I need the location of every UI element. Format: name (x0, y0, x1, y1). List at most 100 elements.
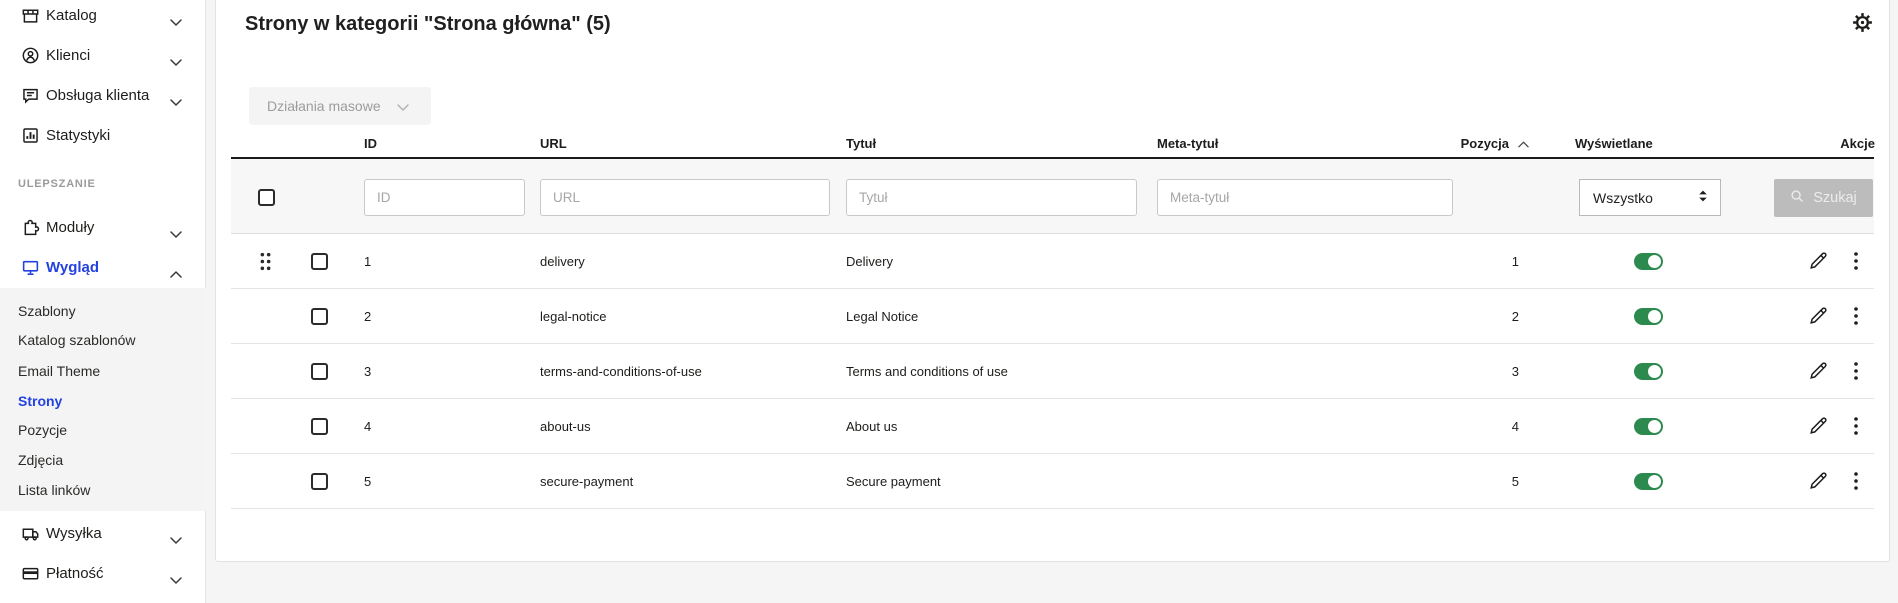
table-row: 2 legal-notice Legal Notice 2 (231, 289, 1874, 344)
displayed-toggle[interactable] (1634, 418, 1663, 435)
customer-icon (21, 46, 40, 65)
edit-button[interactable] (1806, 361, 1830, 383)
cell-url: secure-payment (540, 474, 634, 489)
cell-title: Terms and conditions of use (846, 364, 1008, 379)
cell-position: 4 (1511, 419, 1519, 434)
sidebar-item-label: Katalog (46, 7, 97, 24)
search-button[interactable]: Szukaj (1774, 179, 1873, 217)
row-menu-button[interactable] (1844, 306, 1868, 328)
row-menu-button[interactable] (1844, 416, 1868, 438)
sidebar-item-moduly[interactable]: Moduły (0, 212, 206, 244)
chevron-down-icon (170, 531, 182, 544)
edit-button[interactable] (1806, 416, 1830, 438)
pencil-icon (1808, 417, 1828, 439)
row-checkbox[interactable] (311, 308, 328, 325)
sidebar-item-pozycje[interactable]: Pozycje (0, 416, 206, 446)
table-row: 3 terms-and-conditions-of-use Terms and … (231, 344, 1874, 399)
row-menu-button[interactable] (1844, 471, 1868, 493)
cell-title: About us (846, 419, 898, 434)
filter-title-input[interactable] (846, 179, 1137, 216)
cell-id: 1 (364, 254, 372, 269)
table-row: 4 about-us About us 4 (231, 399, 1874, 454)
row-checkbox[interactable] (311, 473, 328, 490)
displayed-toggle[interactable] (1634, 363, 1663, 380)
cell-id: 3 (364, 364, 372, 379)
settings-gear-button[interactable] (1849, 11, 1875, 37)
gear-icon (1851, 13, 1874, 37)
chevron-down-icon (170, 571, 182, 584)
sidebar-item-lista-linkow[interactable]: Lista linków (0, 476, 206, 506)
cell-id: 5 (364, 474, 372, 489)
displayed-toggle[interactable] (1634, 473, 1663, 490)
edit-button[interactable] (1806, 471, 1830, 493)
row-checkbox[interactable] (311, 253, 328, 270)
kebab-menu-icon (1853, 472, 1859, 494)
sidebar-item-statystyki[interactable]: Statystyki (0, 120, 206, 152)
sidebar-section-label: ULEPSZANIE (18, 178, 96, 190)
column-header-position[interactable]: Pozycja (1329, 136, 1529, 151)
sidebar-item-szablony[interactable]: Szablony (0, 297, 206, 327)
column-header-actions: Akcje (1840, 136, 1875, 151)
row-checkbox[interactable] (311, 363, 328, 380)
drag-handle-icon[interactable] (258, 251, 274, 272)
truck-icon (21, 524, 40, 543)
filter-url-input[interactable] (540, 179, 830, 216)
chevron-up-icon (170, 265, 182, 278)
sidebar-item-label: Moduły (46, 219, 95, 236)
sidebar-item-platnosc[interactable]: Płatność (0, 558, 206, 590)
search-icon (1790, 189, 1805, 208)
sidebar-item-label: Klienci (46, 47, 91, 64)
cell-url: about-us (540, 419, 591, 434)
sidebar-item-katalog[interactable]: Katalog (0, 0, 206, 32)
row-menu-button[interactable] (1844, 361, 1868, 383)
sidebar-item-wyglad[interactable]: Wygląd (0, 252, 206, 284)
chevron-down-icon (170, 53, 182, 66)
filter-id-input[interactable] (364, 179, 525, 216)
row-checkbox[interactable] (311, 418, 328, 435)
displayed-toggle[interactable] (1634, 308, 1663, 325)
row-menu-button[interactable] (1844, 251, 1868, 273)
cell-title: Delivery (846, 254, 893, 269)
chat-bubble-icon (21, 86, 40, 105)
select-all-checkbox[interactable] (258, 189, 275, 206)
sidebar-item-katalog-szablonow[interactable]: Katalog szablonów (0, 326, 206, 356)
pencil-icon (1808, 252, 1828, 274)
wyglad-submenu: Szablony Katalog szablonów Email Theme S… (0, 288, 206, 511)
bulk-actions-button[interactable]: Działania masowe (249, 87, 431, 125)
column-header-meta-title: Meta-tytuł (1157, 136, 1219, 151)
cell-id: 2 (364, 309, 372, 324)
edit-button[interactable] (1806, 306, 1830, 328)
chevron-down-icon (170, 13, 182, 26)
filter-displayed-select[interactable]: Wszystko (1579, 179, 1721, 216)
monitor-icon (21, 258, 40, 277)
cell-position: 3 (1511, 364, 1519, 379)
page-title: Strony w kategorii "Strona główna" (5) (245, 13, 611, 35)
column-header-id: ID (364, 136, 377, 151)
sidebar-item-label: Wygląd (46, 259, 100, 276)
bulk-actions-label: Działania masowe (267, 98, 381, 114)
edit-button[interactable] (1806, 251, 1830, 273)
sort-asc-icon (1518, 136, 1529, 148)
cell-position: 1 (1511, 254, 1519, 269)
sidebar-item-klienci[interactable]: Klienci (0, 40, 206, 72)
puzzle-icon (21, 218, 40, 237)
chevron-down-icon (170, 93, 182, 106)
cell-url: delivery (540, 254, 585, 269)
chevron-down-icon (397, 98, 409, 114)
pages-table: ID URL Tytuł Meta-tytuł Pozycja Wyświetl… (231, 131, 1875, 509)
sidebar-item-zdjecia[interactable]: Zdjęcia (0, 446, 206, 476)
sidebar-item-strony[interactable]: Strony (0, 387, 206, 417)
column-header-url: URL (540, 136, 567, 151)
sidebar-item-label: Statystyki (46, 127, 111, 144)
table-filter-row: Wszystko Szukaj (231, 159, 1874, 234)
sidebar-item-wysylka[interactable]: Wysyłka (0, 518, 206, 550)
filter-meta-title-input[interactable] (1157, 179, 1453, 216)
sidebar-item-email-theme[interactable]: Email Theme (0, 357, 206, 387)
displayed-toggle[interactable] (1634, 253, 1663, 270)
sidebar-item-label: Płatność (46, 565, 104, 582)
sidebar-item-label: Obsługa klienta (46, 87, 150, 104)
pencil-icon (1808, 362, 1828, 384)
kebab-menu-icon (1853, 252, 1859, 274)
cell-url: legal-notice (540, 309, 607, 324)
sidebar-item-obsluga-klienta[interactable]: Obsługa klienta (0, 80, 206, 112)
